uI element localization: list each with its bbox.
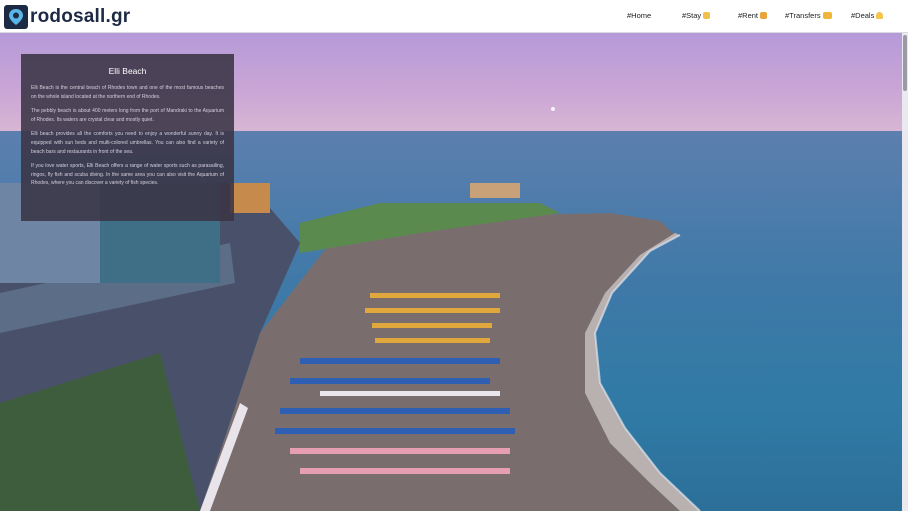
nav-deals-label: #Deals (851, 11, 875, 20)
panel-paragraph: The pebbly beach is about 400 meters lon… (31, 108, 224, 123)
nav-stay-label: #Stay (682, 11, 702, 20)
panel-paragraph: Elli beach provides all the comforts you… (31, 131, 224, 155)
car-icon (760, 12, 768, 19)
nav-transfers[interactable]: #Transfers (785, 11, 832, 20)
panel-paragraph: If you love water sports, Elli Beach off… (31, 163, 224, 187)
mouse-cursor (551, 107, 555, 111)
beach-scene (0, 183, 701, 511)
nav-home-label: #Home (627, 11, 652, 20)
panel-paragraph: Elli Beach is the central beach of Rhode… (31, 85, 224, 100)
nav-stay[interactable]: #Stay (682, 11, 711, 20)
page-scrollbar[interactable] (902, 33, 908, 511)
bus-icon (822, 12, 832, 19)
nav-rent[interactable]: #Rent (738, 11, 768, 20)
main-nav: #Home #Stay #Rent #Transfers #Deals (0, 0, 908, 32)
panel-title: Elli Beach (108, 66, 147, 76)
site-header: rodosall.gr #Home #Stay #Rent #Transfers… (0, 0, 908, 33)
beach-info-panel: Elli Beach Elli Beach is the central bea… (21, 54, 234, 221)
nav-transfers-label: #Transfers (785, 11, 821, 20)
nav-rent-label: #Rent (738, 11, 759, 20)
nav-deals[interactable]: #Deals (851, 11, 884, 20)
nav-home[interactable]: #Home (627, 11, 651, 20)
scrollbar-thumb[interactable] (903, 35, 907, 91)
bell-icon (876, 12, 884, 19)
hand-icon (703, 12, 711, 19)
